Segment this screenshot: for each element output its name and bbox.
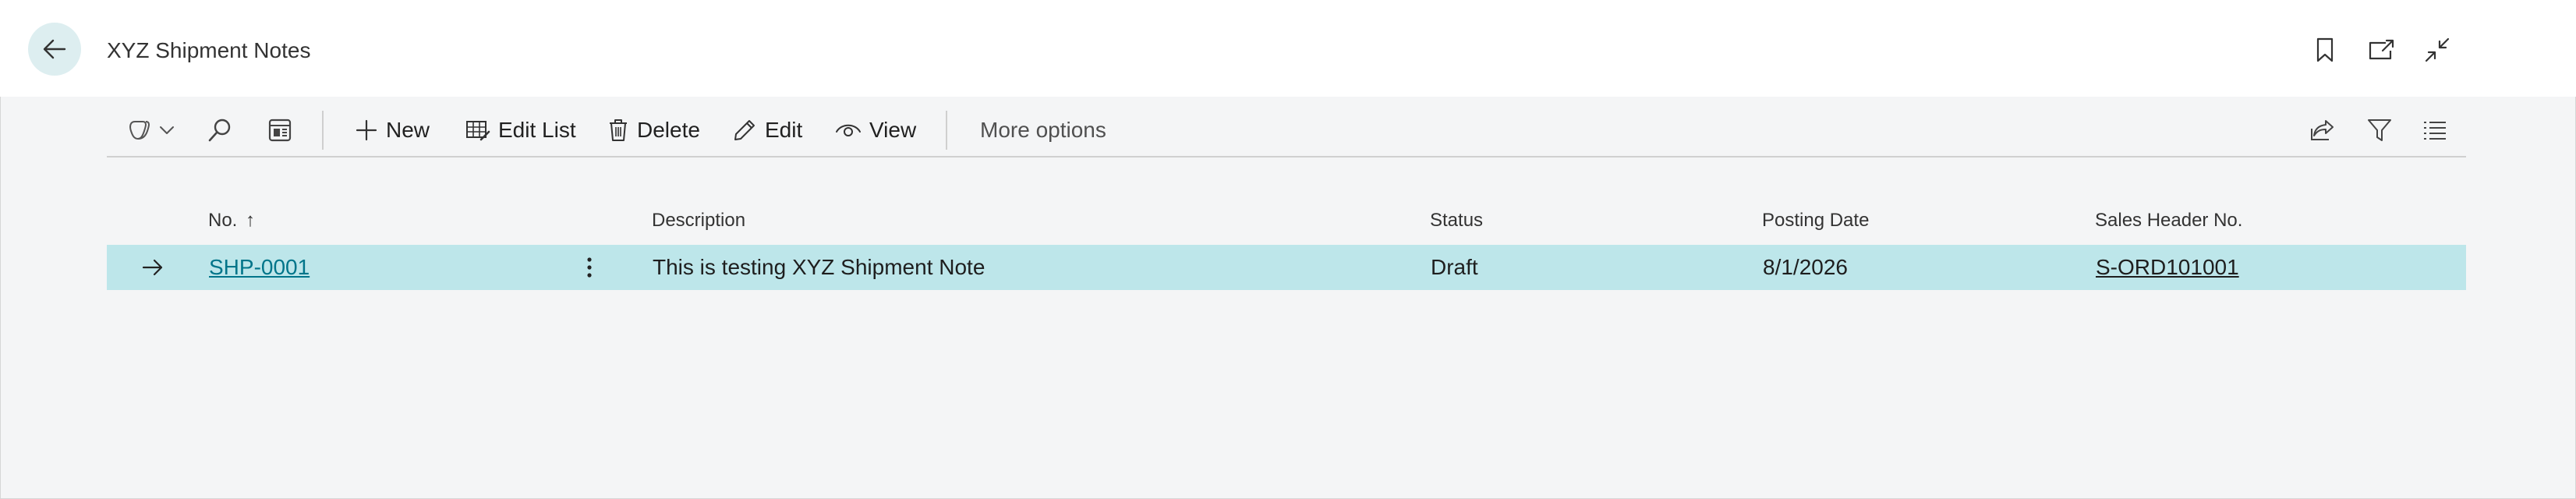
plus-icon bbox=[356, 119, 377, 141]
details-pane-icon bbox=[268, 119, 292, 142]
description-cell: This is testing XYZ Shipment Note bbox=[653, 255, 985, 279]
show-details-button[interactable] bbox=[267, 106, 292, 154]
open-new-window-icon bbox=[2369, 39, 2394, 60]
status-cell: Draft bbox=[1431, 255, 1478, 279]
edit-list-button-label: Edit List bbox=[498, 118, 576, 142]
delete-button[interactable]: Delete bbox=[607, 106, 700, 154]
more-vertical-icon bbox=[587, 257, 592, 278]
toolbar-separator bbox=[322, 111, 324, 150]
delete-button-label: Delete bbox=[637, 118, 700, 142]
open-new-window-button[interactable] bbox=[2365, 34, 2397, 65]
filter-icon bbox=[2368, 119, 2391, 141]
sort-ascending-icon: ↑ bbox=[246, 210, 256, 231]
toolbar-separator bbox=[946, 111, 947, 150]
list-icon bbox=[2424, 122, 2446, 140]
posting-date-cell: 8/1/2026 bbox=[1763, 255, 1848, 279]
column-header-status[interactable]: Status bbox=[1430, 209, 1483, 232]
column-header-no-label: No. bbox=[208, 210, 238, 231]
pencil-icon bbox=[734, 120, 755, 140]
edit-button-label: Edit bbox=[765, 118, 803, 142]
back-button[interactable] bbox=[28, 23, 81, 76]
row-selected-arrow-icon bbox=[141, 245, 165, 290]
search-button[interactable] bbox=[207, 106, 233, 154]
copilot-icon bbox=[129, 121, 150, 140]
filter-button[interactable] bbox=[2366, 106, 2393, 154]
more-options-label: More options bbox=[980, 118, 1106, 142]
column-header-posting-date[interactable]: Posting Date bbox=[1762, 209, 1869, 232]
search-icon bbox=[208, 119, 231, 142]
trash-icon bbox=[610, 119, 627, 141]
row-actions-button[interactable] bbox=[578, 245, 601, 290]
edit-button[interactable]: Edit bbox=[732, 106, 802, 154]
share-icon bbox=[2311, 120, 2334, 140]
back-arrow-icon bbox=[43, 39, 66, 59]
copilot-menu-button[interactable] bbox=[127, 106, 175, 154]
action-toolbar: New Edit List Delete Edit View More opti… bbox=[107, 106, 2466, 157]
bookmark-button[interactable] bbox=[2309, 34, 2341, 65]
new-button[interactable]: New bbox=[355, 106, 430, 154]
record-no-link[interactable]: SHP-0001 bbox=[209, 255, 310, 280]
bookmark-icon bbox=[2316, 37, 2334, 62]
view-button-label: View bbox=[869, 118, 917, 142]
column-header-sales-header-no[interactable]: Sales Header No. bbox=[2095, 209, 2242, 232]
table-row[interactable]: SHP-0001 This is testing XYZ Shipment No… bbox=[107, 245, 2466, 290]
view-button[interactable]: View bbox=[835, 106, 916, 154]
page-title: XYZ Shipment Notes bbox=[107, 38, 311, 62]
more-options-button[interactable]: More options bbox=[980, 106, 1106, 154]
edit-list-button[interactable]: Edit List bbox=[465, 106, 576, 154]
share-button[interactable] bbox=[2309, 106, 2335, 154]
collapse-button[interactable] bbox=[2422, 34, 2453, 65]
column-header-no[interactable]: No. ↑ bbox=[208, 209, 255, 232]
chevron-down-icon bbox=[160, 126, 174, 134]
page-header: XYZ Shipment Notes bbox=[0, 0, 2576, 97]
column-header-description[interactable]: Description bbox=[652, 209, 745, 232]
collapse-icon bbox=[2425, 37, 2450, 62]
sales-header-no-link[interactable]: S-ORD101001 bbox=[2096, 255, 2239, 280]
edit-list-icon bbox=[466, 121, 490, 141]
eye-icon bbox=[836, 124, 861, 136]
new-button-label: New bbox=[386, 118, 430, 142]
list-view-button[interactable] bbox=[2422, 106, 2447, 154]
